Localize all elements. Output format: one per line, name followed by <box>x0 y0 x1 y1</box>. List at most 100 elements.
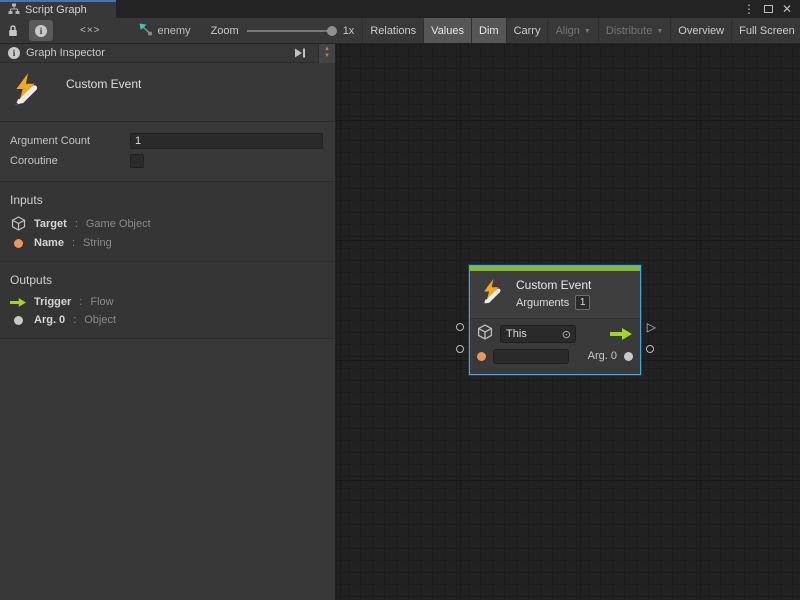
zoom-slider[interactable] <box>247 30 335 32</box>
lock-icon <box>7 24 19 38</box>
graph-breadcrumb[interactable]: enemy <box>125 18 203 43</box>
toggle-label: Values <box>431 25 464 37</box>
object-port-icon <box>624 352 633 361</box>
io-separator: : <box>72 237 75 249</box>
code-view-button[interactable]: <×> <box>56 18 125 43</box>
io-name: Name <box>34 237 64 249</box>
coroutine-row: Coroutine <box>0 151 335 171</box>
inputs-title: Inputs <box>0 186 335 213</box>
panel-empty-area <box>0 339 335 600</box>
toggle-label: Full Screen <box>739 25 795 37</box>
node-target-row: This ⊙ <box>477 323 633 345</box>
node-name-row: Arg. 0 <box>477 345 633 367</box>
spin-down-icon[interactable]: ▼ <box>324 53 330 60</box>
zoom-label: Zoom <box>211 25 239 37</box>
input-port-name[interactable] <box>456 345 464 353</box>
outputs-section: Outputs Trigger : Flow Arg. 0 : Object <box>0 262 335 339</box>
toggle-dim[interactable]: Dim <box>471 18 506 43</box>
node-title: Custom Event <box>516 278 591 292</box>
close-icon[interactable]: ✕ <box>782 3 792 15</box>
tab-script-graph[interactable]: Script Graph <box>0 0 116 18</box>
graph-inspector-panel: i Graph Inspector ▲ ▼ <box>0 44 336 600</box>
io-type: Game Object <box>86 218 151 230</box>
io-type: Object <box>84 314 116 326</box>
outputs-title: Outputs <box>0 266 335 293</box>
window-menu-icon[interactable]: ⋮ <box>743 3 755 15</box>
tab-bar-fill <box>116 0 735 18</box>
toggle-label: Overview <box>678 25 724 37</box>
coroutine-checkbox[interactable] <box>130 154 144 168</box>
event-title: Custom Event <box>66 77 141 111</box>
inputs-section: Inputs Target : Game Object Name : <box>0 182 335 262</box>
target-dropdown[interactable]: This ⊙ <box>500 325 576 343</box>
zoom-value: 1x <box>343 25 355 37</box>
tab-bar: Script Graph ⋮ ✕ <box>0 0 800 18</box>
io-separator: : <box>79 296 82 308</box>
toggle-label: Relations <box>370 25 416 37</box>
full-screen-button[interactable]: Full Screen <box>731 18 800 43</box>
node-header[interactable]: Custom Event Arguments 1 <box>470 271 640 319</box>
lock-button[interactable] <box>0 18 26 43</box>
cube-icon <box>477 324 493 345</box>
maximize-icon[interactable] <box>764 5 773 13</box>
argument-count-field[interactable] <box>130 133 323 149</box>
arguments-label: Arguments <box>516 297 569 309</box>
io-name: Trigger <box>34 296 71 308</box>
input-row-name: Name : String <box>0 234 335 252</box>
align-dropdown-button[interactable]: Align ▼ <box>547 18 597 43</box>
cube-icon <box>10 216 26 231</box>
distribute-dropdown-button[interactable]: Distribute ▼ <box>598 18 670 43</box>
string-port-icon <box>477 352 486 361</box>
coroutine-label: Coroutine <box>10 155 130 167</box>
chevron-down-icon: ▼ <box>584 28 591 35</box>
io-name: Arg. 0 <box>34 314 65 326</box>
toggle-relations[interactable]: Relations <box>362 18 423 43</box>
script-graph-window: Script Graph ⋮ ✕ i <×> <box>0 0 800 600</box>
script-graph-icon <box>8 3 20 18</box>
event-properties: Argument Count Coroutine <box>0 122 335 182</box>
graph-inspector-header: i Graph Inspector ▲ ▼ <box>0 44 335 63</box>
toggle-label: Carry <box>514 25 541 37</box>
event-name-field[interactable] <box>493 349 569 364</box>
toggle-values[interactable]: Values <box>423 18 471 43</box>
string-port-icon <box>10 239 26 248</box>
graph-inspector-title: Graph Inspector <box>26 47 282 59</box>
io-name: Target <box>34 218 67 230</box>
graph-asset-icon <box>139 23 153 39</box>
toggle-label: Dim <box>479 25 499 37</box>
input-port-target[interactable] <box>456 323 464 331</box>
graph-canvas[interactable]: Custom Event Arguments 1 <box>336 44 800 600</box>
argument-count-row: Argument Count <box>0 131 335 151</box>
panel-spinner[interactable]: ▲ ▼ <box>318 44 335 63</box>
toggle-carry[interactable]: Carry <box>506 18 548 43</box>
graph-name-label: enemy <box>158 25 191 37</box>
io-type: Flow <box>90 296 113 308</box>
node-body: This ⊙ Arg. 0 <box>470 319 640 374</box>
code-icon: <×> <box>80 25 101 36</box>
spin-up-icon[interactable]: ▲ <box>324 46 330 53</box>
arg0-label: Arg. 0 <box>588 350 617 362</box>
inspector-toggle-button[interactable]: i <box>29 20 53 41</box>
window-controls: ⋮ ✕ <box>735 0 800 18</box>
output-port-trigger[interactable]: ▷ <box>647 321 656 333</box>
object-picker-icon[interactable]: ⊙ <box>562 328 571 341</box>
custom-event-node[interactable]: Custom Event Arguments 1 <box>469 265 641 375</box>
target-dropdown-value: This <box>506 328 527 340</box>
toggle-label: Distribute <box>606 25 652 37</box>
io-separator: : <box>73 314 76 326</box>
output-port-arg0[interactable] <box>646 345 654 353</box>
flow-arrow-icon <box>10 297 26 308</box>
info-icon: i <box>8 47 20 59</box>
arguments-count-field[interactable]: 1 <box>575 295 590 310</box>
input-row-target: Target : Game Object <box>0 213 335 234</box>
custom-event-icon <box>479 278 506 310</box>
object-port-icon <box>10 316 26 325</box>
zoom-slider-handle[interactable] <box>327 26 337 36</box>
io-separator: : <box>75 218 78 230</box>
overview-button[interactable]: Overview <box>670 18 731 43</box>
dock-toggle-button[interactable] <box>288 48 312 58</box>
dock-icon <box>294 48 306 58</box>
argument-count-label: Argument Count <box>10 135 130 147</box>
output-row-trigger: Trigger : Flow <box>0 293 335 311</box>
toggle-label: Align <box>555 25 579 37</box>
